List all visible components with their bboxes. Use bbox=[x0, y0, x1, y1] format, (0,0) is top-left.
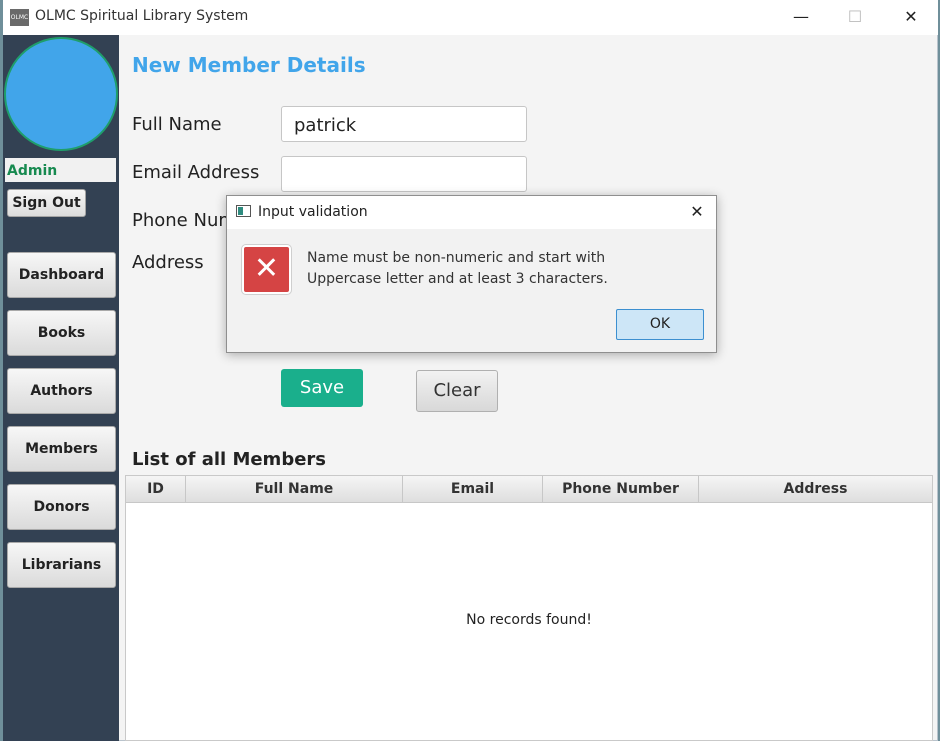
address-label: Address bbox=[132, 252, 204, 273]
maximize-button[interactable]: ☐ bbox=[840, 6, 870, 30]
column-header-id[interactable]: ID bbox=[126, 476, 186, 503]
sidebar-item-books[interactable]: Books bbox=[7, 310, 116, 356]
app-logo-icon: OLMC bbox=[10, 9, 29, 26]
empty-table-message: No records found! bbox=[466, 612, 592, 628]
sidebar-item-librarians[interactable]: Librarians bbox=[7, 542, 116, 588]
save-button[interactable]: Save bbox=[281, 369, 363, 407]
members-table[interactable] bbox=[125, 475, 933, 741]
page-title: New Member Details bbox=[132, 53, 366, 77]
phone-label: Phone Num bbox=[132, 210, 236, 231]
sidebar-item-dashboard[interactable]: Dashboard bbox=[7, 252, 116, 298]
full-name-label: Full Name bbox=[132, 114, 222, 135]
email-label: Email Address bbox=[132, 162, 260, 183]
sidebar-item-members[interactable]: Members bbox=[7, 426, 116, 472]
dialog-message-line-2: Uppercase letter and at least 3 characte… bbox=[307, 271, 608, 287]
column-header-address[interactable]: Address bbox=[699, 476, 932, 503]
avatar bbox=[4, 37, 118, 151]
email-field[interactable] bbox=[281, 156, 527, 192]
close-window-button[interactable]: ✕ bbox=[896, 6, 926, 30]
dialog-close-button[interactable]: ✕ bbox=[686, 202, 708, 222]
sidebar-item-authors[interactable]: Authors bbox=[7, 368, 116, 414]
dialog-message-line-1: Name must be non-numeric and start with bbox=[307, 250, 606, 266]
ok-button[interactable]: OK bbox=[616, 309, 704, 340]
sidebar-item-donors[interactable]: Donors bbox=[7, 484, 116, 530]
column-header-email[interactable]: Email bbox=[403, 476, 543, 503]
user-role-label: Admin bbox=[7, 163, 58, 179]
minimize-button[interactable]: — bbox=[786, 6, 816, 30]
full-name-field[interactable]: patrick bbox=[281, 106, 527, 142]
window-title: OLMC Spiritual Library System bbox=[35, 8, 249, 24]
sign-out-button[interactable]: Sign Out bbox=[7, 189, 86, 217]
column-header-phone-number[interactable]: Phone Number bbox=[543, 476, 699, 503]
column-header-full-name[interactable]: Full Name bbox=[186, 476, 403, 503]
dialog-window-icon-fill bbox=[238, 207, 243, 215]
members-list-title: List of all Members bbox=[132, 449, 327, 470]
clear-button[interactable]: Clear bbox=[416, 370, 498, 412]
error-icon: ✕ bbox=[242, 245, 291, 294]
dialog-title: Input validation bbox=[258, 204, 368, 220]
